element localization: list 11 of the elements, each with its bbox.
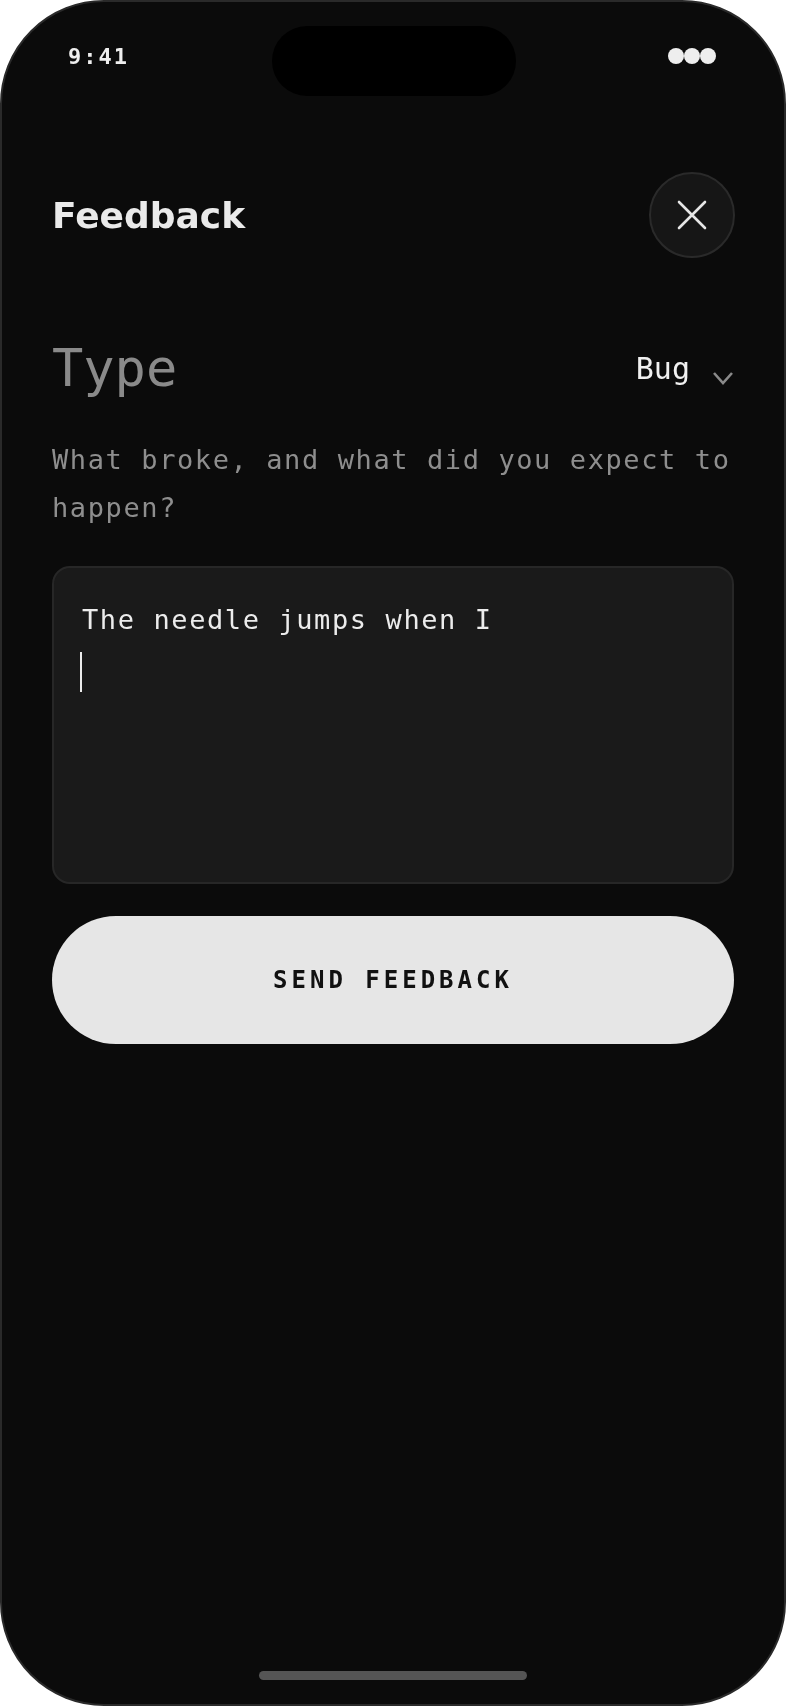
type-dropdown[interactable]: Bug bbox=[635, 350, 734, 386]
send-feedback-button[interactable]: SEND FEEDBACK bbox=[52, 916, 734, 1044]
close-icon bbox=[677, 200, 707, 230]
status-time: 9:41 bbox=[68, 43, 129, 69]
dots-icon bbox=[668, 47, 716, 65]
chevron-down-icon bbox=[712, 371, 734, 385]
text-caret bbox=[80, 652, 82, 692]
feedback-field[interactable]: The needle jumps when I bbox=[52, 566, 734, 884]
hint-text: What broke, and what did you expect to happen? bbox=[52, 443, 732, 525]
screen-title: Feedback bbox=[52, 194, 246, 236]
type-label: Type bbox=[52, 338, 178, 398]
